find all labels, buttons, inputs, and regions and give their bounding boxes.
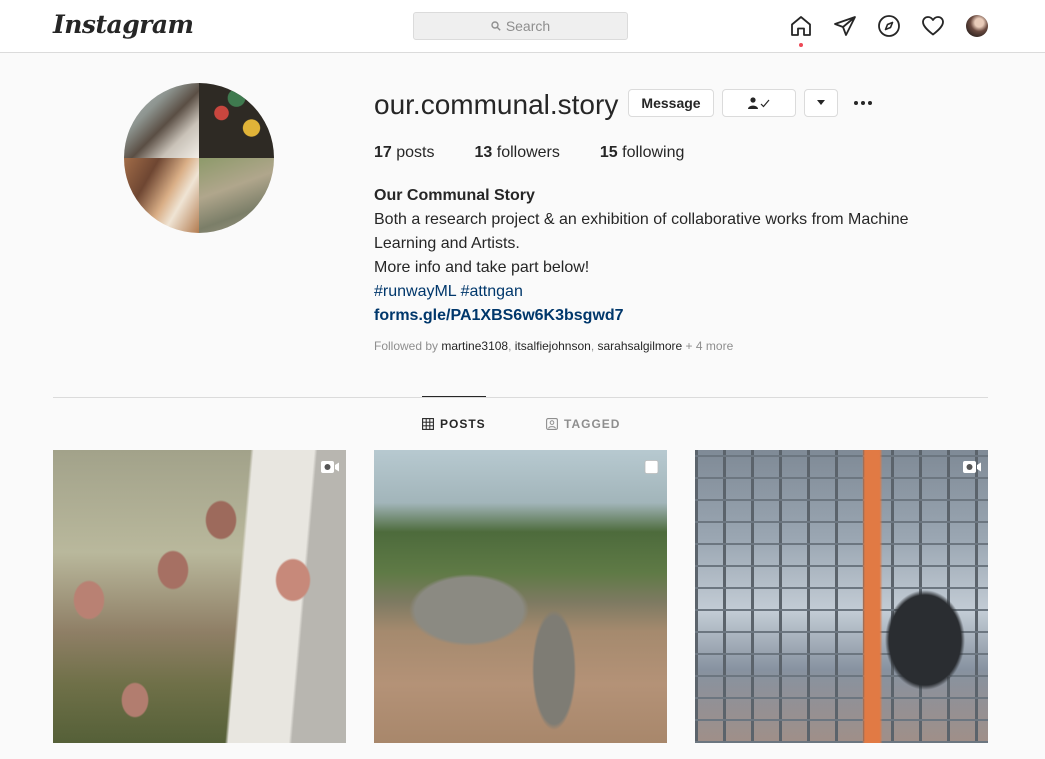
bio-text-line: More info and take part below! bbox=[374, 259, 590, 276]
followed-by-prefix: Followed by bbox=[374, 339, 439, 353]
direct-icon bbox=[834, 16, 856, 36]
activity-button[interactable] bbox=[921, 14, 945, 38]
followers-stat[interactable]: 13 followers bbox=[475, 144, 560, 162]
caret-down-icon bbox=[817, 100, 825, 105]
followed-by-user[interactable]: martine3108 bbox=[441, 339, 508, 353]
tab-tagged-label: TAGGED bbox=[564, 417, 621, 431]
more-options-icon bbox=[861, 101, 865, 105]
explore-button[interactable] bbox=[877, 14, 901, 38]
tab-posts[interactable]: POSTS bbox=[422, 417, 486, 431]
profile-username: our.communal.story bbox=[374, 89, 619, 120]
profile-picture-tile bbox=[199, 83, 274, 158]
more-options-icon bbox=[854, 101, 858, 105]
home-icon bbox=[791, 16, 811, 36]
search-placeholder: Search bbox=[505, 18, 551, 34]
activity-heart-icon bbox=[922, 16, 944, 36]
active-tab-indicator bbox=[422, 396, 486, 397]
bio-text-line: Both a research project & an exhibition … bbox=[374, 211, 909, 252]
posts-count-stat: 17 posts bbox=[374, 144, 435, 162]
posts-count: 17 bbox=[374, 144, 392, 161]
notification-dot bbox=[799, 43, 803, 47]
profile-avatar[interactable] bbox=[966, 15, 988, 37]
followers-count: 13 bbox=[474, 144, 493, 161]
more-options-button[interactable] bbox=[850, 96, 876, 110]
suggested-accounts-dropdown[interactable] bbox=[804, 89, 838, 117]
followed-by-user[interactable]: sarahsalgilmore bbox=[598, 339, 683, 353]
tab-tagged[interactable]: TAGGED bbox=[546, 417, 620, 431]
post-thumbnail[interactable] bbox=[695, 450, 988, 743]
top-navigation-bar: Instagram Search bbox=[0, 0, 1045, 53]
video-icon bbox=[963, 461, 981, 473]
post-thumbnail[interactable] bbox=[53, 450, 346, 743]
video-badge bbox=[320, 460, 340, 474]
profile-picture[interactable] bbox=[124, 83, 274, 233]
search-input[interactable]: Search bbox=[413, 12, 628, 40]
single-photo-icon bbox=[644, 460, 659, 474]
posts-label: posts bbox=[396, 144, 435, 161]
hashtag-link[interactable]: #attngan bbox=[461, 283, 523, 300]
tabs-divider bbox=[53, 397, 988, 398]
instagram-logo[interactable]: Instagram bbox=[53, 10, 194, 39]
following-stat[interactable]: 15 following bbox=[600, 144, 685, 162]
following-label: following bbox=[622, 144, 685, 161]
search-icon bbox=[491, 21, 501, 31]
following-button[interactable] bbox=[722, 89, 796, 117]
tagged-person-icon bbox=[546, 418, 558, 430]
direct-button[interactable] bbox=[833, 14, 857, 38]
profile-bio: Our Communal Story Both a research proje… bbox=[374, 184, 974, 328]
home-button[interactable] bbox=[789, 14, 813, 47]
bio-hashtags: #runwayML #attngan bbox=[374, 280, 974, 304]
video-badge bbox=[962, 460, 982, 474]
followers-label: followers bbox=[496, 144, 560, 161]
hashtag-link[interactable]: #runwayML bbox=[374, 283, 456, 300]
profile-picture-tile bbox=[124, 83, 199, 158]
explore-icon bbox=[878, 15, 900, 37]
grid-icon bbox=[422, 418, 434, 430]
bio-website-link[interactable]: forms.gle/PA1XBS6w6K3bsgwd7 bbox=[374, 304, 974, 328]
followed-by-line[interactable]: Followed by martine3108, itsalfiejohnson… bbox=[374, 339, 733, 353]
post-thumbnail[interactable] bbox=[374, 450, 667, 743]
message-button[interactable]: Message bbox=[628, 89, 714, 117]
person-check-icon bbox=[748, 97, 770, 109]
photo-badge bbox=[641, 460, 661, 474]
profile-picture-tile bbox=[199, 158, 274, 233]
followed-by-more: + 4 more bbox=[685, 339, 734, 353]
tab-posts-label: POSTS bbox=[440, 417, 486, 431]
profile-picture-tile bbox=[124, 158, 199, 233]
profile-stats: 17 posts 13 followers 15 following bbox=[374, 144, 724, 162]
video-icon bbox=[321, 461, 339, 473]
more-options-icon bbox=[868, 101, 872, 105]
following-count: 15 bbox=[599, 144, 618, 161]
bio-full-name: Our Communal Story bbox=[374, 187, 535, 204]
followed-by-user[interactable]: itsalfiejohnson bbox=[515, 339, 591, 353]
